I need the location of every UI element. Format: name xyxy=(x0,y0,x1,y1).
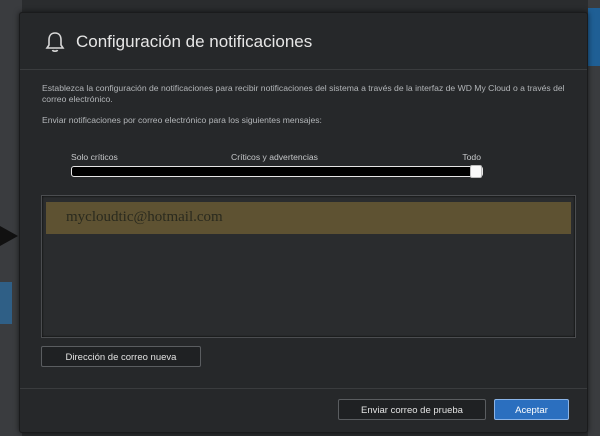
level-label-all: Todo xyxy=(462,152,481,162)
send-test-email-button[interactable]: Enviar correo de prueba xyxy=(338,399,486,420)
notification-level-slider[interactable] xyxy=(71,166,483,177)
notification-settings-dialog: Configuración de notificaciones Establez… xyxy=(19,12,588,433)
slider-handle[interactable] xyxy=(470,165,482,178)
email-list: mycloudtic@hotmail.com xyxy=(41,195,576,338)
accept-button[interactable]: Aceptar xyxy=(494,399,569,420)
level-label-critical: Solo críticos xyxy=(71,152,118,162)
arrow-pointer-icon xyxy=(0,226,18,246)
dialog-title: Configuración de notificaciones xyxy=(76,32,313,51)
dialog-header: Configuración de notificaciones xyxy=(44,29,312,55)
background-app-right xyxy=(588,0,600,436)
email-address: mycloudtic@hotmail.com xyxy=(66,209,223,225)
level-label-critical-warnings: Críticos y advertencias xyxy=(231,152,318,162)
bell-icon xyxy=(45,32,65,52)
notification-level-labels: Solo críticos Críticos y advertencias To… xyxy=(71,152,481,164)
background-blue-panel xyxy=(588,8,600,66)
footer-divider xyxy=(20,388,587,389)
background-nav-highlight xyxy=(0,282,12,324)
dialog-description: Establezca la configuración de notificac… xyxy=(42,83,565,104)
email-list-item[interactable]: mycloudtic@hotmail.com xyxy=(46,202,571,234)
new-email-button[interactable]: Dirección de correo nueva xyxy=(41,346,201,367)
header-divider xyxy=(20,69,587,70)
send-notifications-label: Enviar notificaciones por correo electró… xyxy=(42,115,322,125)
